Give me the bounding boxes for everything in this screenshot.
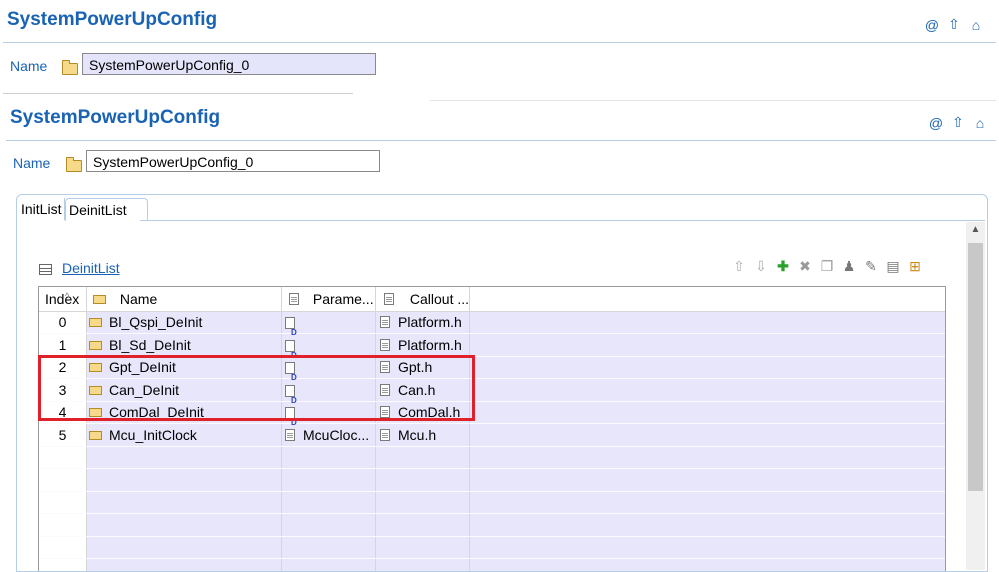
empty-row (39, 559, 945, 572)
outer-title-separator (3, 42, 996, 43)
up-arrow-icon[interactable]: ⇧ (950, 114, 966, 131)
row-callout: Platform.h (380, 334, 462, 356)
table-icon (39, 264, 52, 275)
tab-underline (140, 220, 985, 221)
inner-page-title: SystemPowerUpConfig (10, 107, 221, 128)
home-icon[interactable]: ⌂ (972, 115, 988, 131)
highlight-box (38, 355, 475, 421)
header-name[interactable]: Name (93, 287, 157, 311)
move-down-icon[interactable]: ⇩ (750, 258, 772, 275)
at-icon[interactable]: @ (928, 115, 944, 131)
edit-icon[interactable]: ✎ (860, 258, 882, 275)
scroll-up-arrow-icon[interactable]: ▲ (966, 224, 985, 240)
table-header: ^ Index Name Parame... Callout ... (39, 287, 945, 312)
outer-page-title: SystemPowerUpConfig (7, 9, 218, 30)
user-icon[interactable]: ♟ (838, 258, 860, 275)
table-row[interactable]: 5 Mcu_InitClock McuCloc... Mcu.h (39, 424, 945, 447)
scroll-thumb[interactable] (968, 243, 983, 491)
row-name: Bl_Qspi_DeInit (89, 311, 202, 333)
doc-icon (384, 293, 394, 305)
row-callout: Mcu.h (380, 424, 436, 446)
copy-icon[interactable]: ❐ (816, 258, 838, 275)
sort-indicator-icon: ^ (65, 291, 70, 301)
deinit-table: ^ Index Name Parame... Callout ... 0 Bl_Q… (38, 286, 946, 571)
at-icon[interactable]: @ (924, 17, 940, 33)
tab-initlist[interactable]: InitList (18, 198, 66, 220)
import-icon[interactable]: ⊞ (904, 258, 926, 275)
doc-icon (289, 293, 299, 305)
folder-icon (89, 430, 102, 440)
doc-icon (380, 316, 390, 328)
table-row[interactable]: 1 Bl_Sd_DeInit D Platform.h (39, 334, 945, 360)
empty-row (39, 536, 945, 559)
header-param[interactable]: Parame... (289, 287, 374, 311)
table-toolbar: ⇧ ⇩ ✚ ✖ ❐ ♟ ✎ ▤ ⊞ (728, 258, 926, 275)
section-label-deinitlist[interactable]: DeinitList (62, 260, 120, 276)
inner-title-separator (6, 140, 996, 141)
add-icon[interactable]: ✚ (772, 258, 794, 275)
row-callout: Platform.h (380, 311, 462, 333)
doc-icon (285, 428, 295, 441)
row-name: Bl_Sd_DeInit (89, 334, 191, 356)
row-index: 1 (58, 336, 67, 353)
empty-row (39, 514, 945, 537)
inner-top-separator (3, 93, 353, 94)
d-doc-icon: D (285, 317, 297, 337)
empty-row (39, 446, 945, 469)
table-row[interactable]: 0 Bl_Qspi_DeInit D Platform.h (39, 311, 945, 337)
d-doc-icon: D (285, 339, 297, 360)
empty-row (39, 491, 945, 514)
folder-icon (89, 340, 102, 350)
doc-icon (380, 428, 390, 441)
inner-folder-icon (66, 157, 82, 172)
row-index: 0 (58, 314, 67, 330)
doc-icon (380, 338, 390, 351)
outer-folder-icon (62, 60, 78, 75)
tab-deinitlist[interactable]: DeinitList (65, 198, 148, 221)
edit-table-icon[interactable]: ▤ (882, 258, 904, 275)
outer-header-icons: @ ⇧ ⌂ (924, 16, 984, 33)
header-callout[interactable]: Callout ... (384, 287, 469, 311)
row-param: McuCloc... (285, 424, 369, 446)
home-icon[interactable]: ⌂ (968, 17, 984, 33)
delete-icon[interactable]: ✖ (794, 258, 816, 275)
inner-top-right-separator (430, 100, 996, 101)
outer-name-field[interactable]: SystemPowerUpConfig_0 (82, 53, 376, 75)
move-up-icon[interactable]: ⇧ (728, 258, 750, 275)
row-param: D (285, 334, 297, 360)
row-param: D (285, 311, 297, 337)
row-name: Mcu_InitClock (89, 424, 197, 446)
empty-row (39, 469, 945, 492)
row-index: 5 (58, 426, 67, 443)
up-arrow-icon[interactable]: ⇧ (946, 16, 962, 33)
outer-name-label: Name (10, 58, 48, 74)
folder-icon (93, 295, 106, 304)
header-index[interactable]: ^ Index (45, 287, 79, 311)
folder-icon (89, 318, 102, 327)
inner-header-icons: @ ⇧ ⌂ (928, 114, 988, 131)
inner-name-field[interactable]: SystemPowerUpConfig_0 (86, 150, 380, 172)
inner-name-label: Name (13, 155, 51, 171)
